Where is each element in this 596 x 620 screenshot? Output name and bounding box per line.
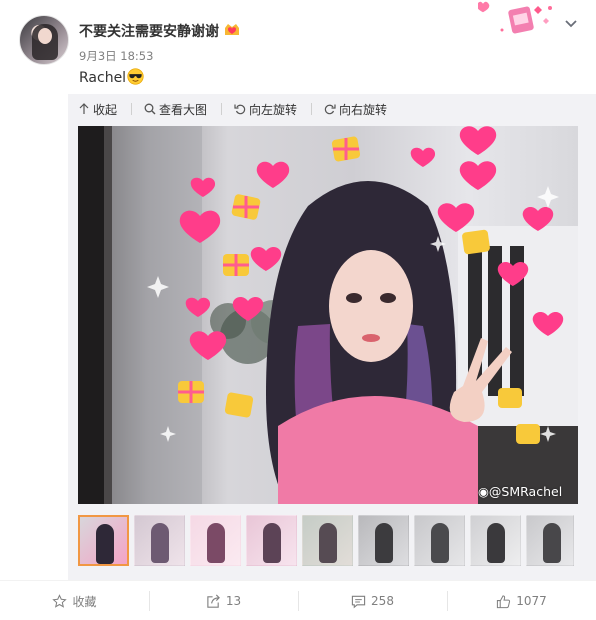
- view-large-button[interactable]: 查看大图: [144, 101, 207, 118]
- rotate-right-icon: [324, 104, 336, 115]
- collapse-button[interactable]: 收起: [78, 101, 117, 118]
- photo-watermark: ◉@SMRachel: [478, 484, 562, 499]
- like-count: 1077: [516, 594, 547, 608]
- thumbs-up-icon: [497, 594, 511, 608]
- thumbnail-strip: [78, 515, 574, 568]
- rotate-left-label: 向左旋转: [249, 102, 298, 117]
- thumbnail-item[interactable]: [190, 515, 241, 566]
- thumbnail-item[interactable]: [78, 515, 129, 566]
- rotate-left-button[interactable]: 向左旋转: [234, 101, 297, 118]
- post-text-content: Rachel: [79, 70, 127, 86]
- magnifier-icon: [144, 103, 156, 115]
- photo-scene: [78, 126, 578, 504]
- thumbnail-item[interactable]: [470, 515, 521, 566]
- thumbnail-item[interactable]: [414, 515, 465, 566]
- vip-badge-icon[interactable]: [223, 22, 241, 38]
- repost-count: 13: [225, 594, 242, 608]
- chevron-down-icon[interactable]: [562, 14, 580, 32]
- post-time[interactable]: 9月3日 18:53: [79, 48, 153, 64]
- action-bar: 收藏 13 258 1077: [0, 588, 596, 614]
- view-large-label: 查看大图: [159, 102, 208, 117]
- rotate-left-icon: [234, 104, 246, 115]
- thumbnail-item[interactable]: [302, 515, 353, 566]
- thumbnail-item[interactable]: [246, 515, 297, 566]
- weibo-post-card: 不要关注需要安静谢谢 9月3日 18:53 Rachel 收起 查看大图 向左旋…: [0, 0, 596, 620]
- comment-button[interactable]: 258: [298, 588, 447, 614]
- comment-icon: [351, 595, 366, 608]
- star-icon: [52, 593, 68, 608]
- sunglasses-emoji: [127, 68, 144, 85]
- arrow-up-icon: [79, 103, 89, 114]
- repost-button[interactable]: 13: [149, 588, 298, 614]
- favorite-button[interactable]: 收藏: [0, 588, 149, 614]
- comment-count: 258: [371, 594, 394, 608]
- post-text: Rachel: [79, 68, 144, 86]
- thumbnail-item[interactable]: [358, 515, 409, 566]
- media-toolbar: 收起 查看大图 向左旋转 向右旋转: [78, 100, 401, 118]
- watermark-text: @SMRachel: [488, 484, 563, 499]
- card-decoration: [478, 1, 552, 34]
- like-button[interactable]: 1077: [447, 588, 596, 614]
- favorite-label: 收藏: [72, 594, 97, 609]
- footer-divider: [0, 580, 596, 581]
- share-icon: [207, 594, 220, 608]
- weibo-logo-icon: ◉: [478, 484, 489, 499]
- user-avatar[interactable]: [19, 15, 69, 65]
- thumbnail-item[interactable]: [134, 515, 185, 566]
- thumbnail-item[interactable]: [526, 515, 574, 566]
- rotate-right-button[interactable]: 向右旋转: [324, 101, 387, 118]
- main-photo[interactable]: [78, 126, 578, 504]
- username[interactable]: 不要关注需要安静谢谢: [79, 21, 219, 41]
- collapse-label: 收起: [93, 102, 118, 117]
- rotate-right-label: 向右旋转: [339, 102, 388, 117]
